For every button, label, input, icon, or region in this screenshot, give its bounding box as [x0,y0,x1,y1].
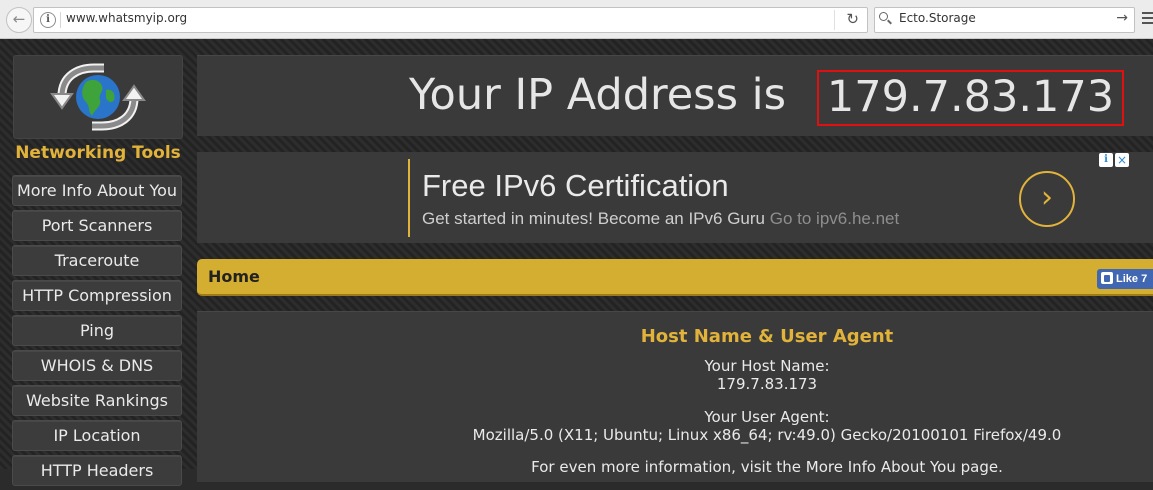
search-value: Ecto.Storage [899,11,976,25]
sidebar-item-traceroute[interactable]: Traceroute [12,245,182,276]
back-button[interactable]: ← [6,7,32,33]
host-name-value: 179.7.83.173 [716,375,818,393]
sidebar-item-website-rankings[interactable]: Website Rankings [12,385,182,416]
search-icon [879,12,892,25]
sidebar-title: Networking Tools [15,143,181,163]
ad-link[interactable]: Go to ipv6.he.net [770,209,899,228]
host-name-label: Your Host Name: [704,357,830,375]
breadcrumb-home[interactable]: Home [208,267,260,286]
site-logo[interactable] [13,55,183,139]
sidebar-item-http-compression[interactable]: HTTP Compression [12,280,182,311]
breadcrumb: Home Like 7 [197,259,1153,296]
like-label: Like 7 [1116,273,1148,285]
thumbs-up-icon [1101,272,1113,284]
url-divider [834,10,835,30]
ip-address-label: Your IP Address is [409,70,787,120]
ip-address-value: 179.7.83.173 [817,70,1124,126]
menu-icon[interactable] [1142,12,1153,26]
url-bar[interactable]: i www.whatsmyip.org ↻ [33,7,868,33]
user-agent-value: Mozilla/5.0 (X11; Ubuntu; Linux x86_64; … [472,426,1062,444]
ad-title[interactable]: Free IPv6 Certification [422,168,729,204]
ad-arrow-button[interactable]: › [1019,171,1075,227]
ad-description: Get started in minutes! Become an IPv6 G… [422,209,899,229]
host-info-panel: Host Name & User Agent Your Host Name: 1… [197,311,1153,482]
sidebar-item-port-scanners[interactable]: Port Scanners [12,210,182,241]
user-agent-label: Your User Agent: [704,408,830,426]
browser-toolbar: ← i www.whatsmyip.org ↻ Ecto.Storage → [0,0,1153,39]
ad-accent-bar [408,159,410,237]
ad-info-icon[interactable]: i [1099,153,1113,167]
host-info-title: Host Name & User Agent [640,326,894,347]
search-go-icon[interactable]: → [1116,10,1128,26]
sidebar-item-whois-dns[interactable]: WHOIS & DNS [12,350,182,381]
sidebar-item-more-info[interactable]: More Info About You [12,175,182,206]
sidebar-item-http-headers[interactable]: HTTP Headers [12,455,182,486]
ad-banner[interactable]: Free IPv6 Certification Get started in m… [197,152,1153,243]
globe-logo-icon [50,63,146,131]
ad-description-text: Get started in minutes! Become an IPv6 G… [422,209,765,228]
sidebar-item-ping[interactable]: Ping [12,315,182,346]
search-input[interactable]: Ecto.Storage → [874,7,1135,33]
sidebar-item-ip-location[interactable]: IP Location [12,420,182,451]
more-info-text: For even more information, visit the Mor… [531,458,1003,476]
reload-icon[interactable]: ↻ [846,10,859,28]
info-icon[interactable]: i [40,12,56,28]
sidebar-nav: More Info About You Port Scanners Tracer… [12,175,182,490]
url-text: www.whatsmyip.org [66,11,188,25]
ip-address-panel: Your IP Address is 179.7.83.173 [197,55,1153,136]
url-divider [60,12,61,28]
facebook-like-button[interactable]: Like 7 [1097,269,1153,289]
ad-close-icon[interactable]: × [1115,153,1129,167]
page-body: Networking Tools More Info About You Por… [0,39,1153,486]
